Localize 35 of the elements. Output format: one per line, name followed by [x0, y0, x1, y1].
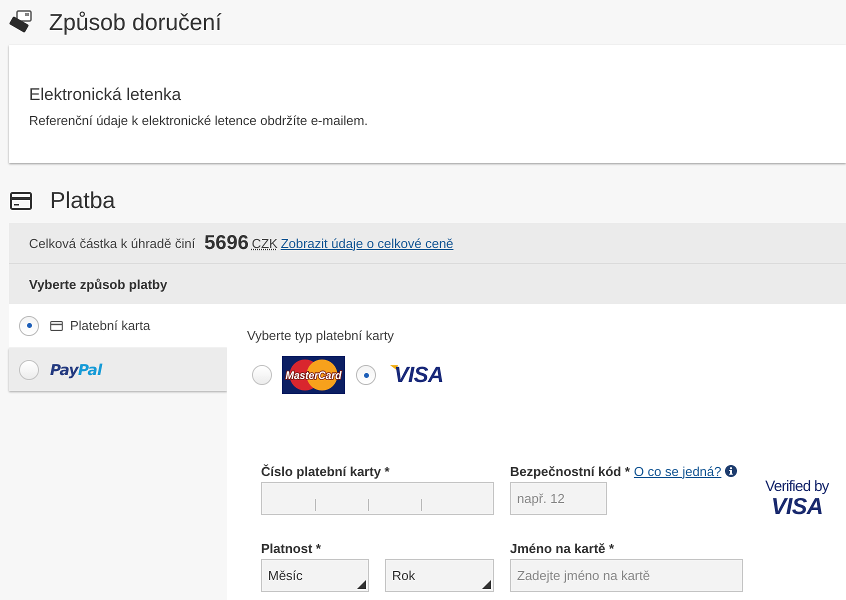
total-amount: 5696	[204, 232, 249, 254]
card-number-field[interactable]	[261, 482, 494, 515]
card-type-prompt: Vyberte typ platební karty	[247, 327, 395, 345]
section-title: Platba	[50, 187, 116, 214]
section-title: Způsob doručení	[49, 9, 222, 36]
price-details-link[interactable]: Zobrazit údaje o celkové ceně	[280, 236, 454, 250]
field-label: Číslo platební karty *	[261, 464, 390, 478]
radio-button[interactable]	[252, 365, 272, 385]
visa-logo: VISA	[390, 362, 444, 388]
caret-icon	[357, 580, 366, 589]
field-label: Bezpečnostní kód *	[510, 464, 630, 478]
paypal-logo: PayPal	[50, 360, 102, 378]
radio-button[interactable]	[356, 365, 376, 385]
verified-by-visa-logo: Verified by VISA	[764, 479, 830, 517]
info-icon	[725, 465, 738, 477]
field-label: Platnost *	[261, 540, 321, 556]
payment-method-prompt: Vyberte způsob platby	[29, 276, 168, 292]
credit-card-icon	[50, 320, 63, 330]
currency-label: CZK	[252, 236, 278, 250]
card-icon	[8, 10, 32, 36]
delivery-description: Referenční údaje k elektronické letence obdržíte e-mailem.	[29, 112, 369, 130]
credit-card-icon	[10, 192, 32, 210]
delivery-option-title: Elektronická letenka	[29, 84, 182, 106]
field-label: Jméno na kartě *	[510, 540, 614, 556]
payment-method-tab[interactable]: Platební karta	[9, 304, 227, 347]
cardholder-name-field[interactable]: Zadejte jméno na kartě	[510, 559, 743, 592]
dropdown[interactable]: Měsíc	[261, 559, 369, 592]
radio-button[interactable]	[19, 360, 39, 380]
payment-method-tab[interactable]: PayPal	[9, 348, 227, 391]
radio-button[interactable]	[19, 316, 39, 336]
dropdown[interactable]: Rok	[385, 559, 494, 592]
security-code-field[interactable]: např. 12	[510, 482, 607, 515]
total-label: Celková částka k úhradě činí	[29, 236, 196, 250]
caret-icon	[482, 580, 491, 589]
help-link[interactable]: O co se jedná?	[634, 464, 722, 478]
